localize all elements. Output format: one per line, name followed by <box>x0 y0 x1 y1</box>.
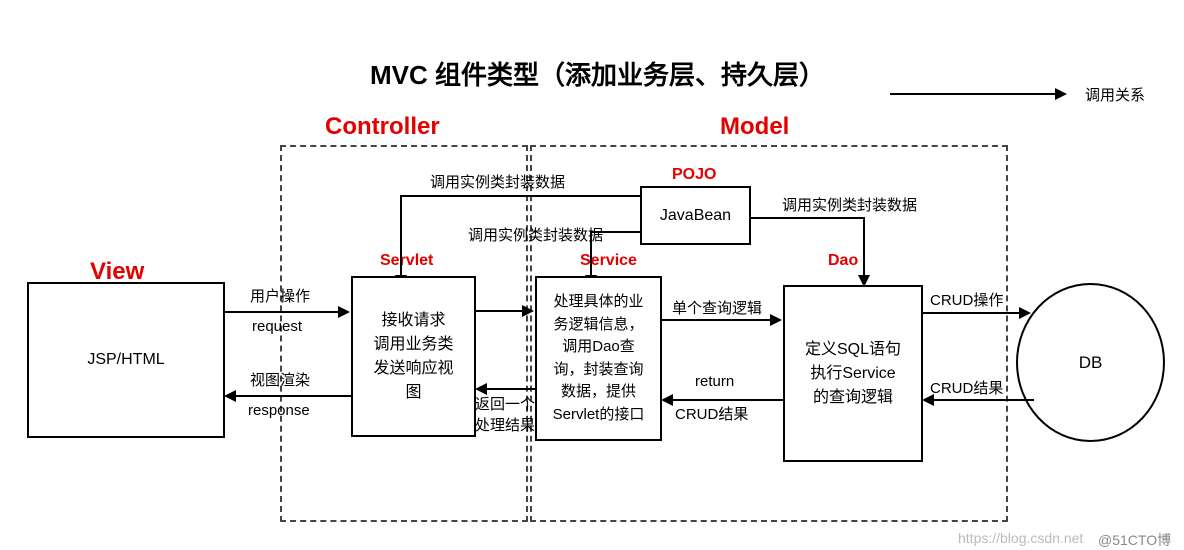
watermark-left: https://blog.csdn.net <box>958 530 1083 546</box>
arrow-crudOp-label: CRUD操作 <box>930 290 1003 311</box>
arrow-request-head <box>338 306 350 318</box>
diagram-title: MVC 组件类型（添加业务层、持久层） <box>370 55 825 92</box>
arrow-response-label: response <box>248 400 310 421</box>
diagram-canvas: MVC 组件类型（添加业务层、持久层） 调用关系 View Controller… <box>0 0 1184 550</box>
arrow-request <box>223 311 338 313</box>
box-jsp: JSP/HTML <box>27 282 225 438</box>
arrow-singleQuery-head <box>770 314 782 326</box>
arrow-encapS-label: 调用实例类封装数据 <box>468 225 603 246</box>
box-javabean: JavaBean <box>640 186 751 245</box>
box-service: 处理具体的业 务逻辑信息， 调用Dao查 询，封装查询 数据，提供 Servle… <box>535 276 662 441</box>
arrow-request-label: request <box>252 316 302 337</box>
watermark-right: @51CTO博客 <box>1098 530 1184 550</box>
arrow-returnResult-label: 返回一个 处理结果 <box>475 394 535 436</box>
arrow-response <box>236 395 351 397</box>
arrow-servlet-service <box>474 310 524 312</box>
arrow-encapR-h <box>750 217 865 219</box>
arrow-encapR-label: 调用实例类封装数据 <box>782 195 917 216</box>
arrow-crudOp-head <box>1019 307 1031 319</box>
arrow-viewRender-label: 视图渲染 <box>250 370 310 391</box>
arrow-encapL-label: 调用实例类封装数据 <box>430 172 565 193</box>
arrow-response-head <box>224 390 236 402</box>
legend-arrow-head <box>1055 88 1067 100</box>
arrow-userAction-label: 用户操作 <box>250 286 310 307</box>
arrow-dao-service <box>673 399 783 401</box>
arrow-crudResultR <box>934 399 1034 401</box>
label-model: Model <box>720 113 789 141</box>
arrow-singleQuery <box>660 319 770 321</box>
arrow-return-label: return <box>695 371 734 392</box>
arrow-encapL-h <box>400 195 640 197</box>
box-dao: 定义SQL语句 执行Service 的查询逻辑 <box>783 285 923 462</box>
db-ellipse: DB <box>1016 283 1165 442</box>
arrow-crudResultR-label: CRUD结果 <box>930 378 1003 399</box>
arrow-encapL-v <box>400 195 402 275</box>
label-controller: Controller <box>325 113 440 141</box>
box-servlet: 接收请求 调用业务类 发送响应视 图 <box>351 276 476 437</box>
legend-label: 调用关系 <box>1085 85 1145 106</box>
arrow-crudResultL-label: CRUD结果 <box>675 404 748 425</box>
arrow-crudOp <box>921 312 1021 314</box>
legend-arrow-line <box>890 93 1055 95</box>
arrow-encapR-v <box>863 217 865 275</box>
arrow-singleQuery-label: 单个查询逻辑 <box>672 298 762 319</box>
arrow-service-servlet <box>487 388 535 390</box>
arrow-dao-service-head <box>661 394 673 406</box>
arrow-servlet-service-head <box>522 305 534 317</box>
